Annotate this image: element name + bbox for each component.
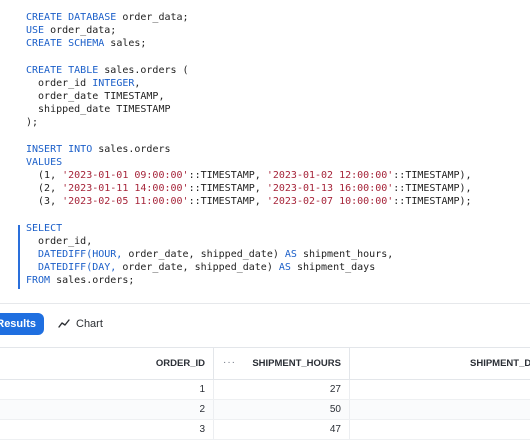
- column-divider: [349, 380, 350, 399]
- column-header-order-id[interactable]: ORDER_ID: [156, 348, 205, 379]
- code-line: order_date TIMESTAMP,: [26, 91, 165, 102]
- code-line: USE order_data;: [26, 25, 117, 36]
- code-line: order_id INTEGER,: [26, 78, 141, 89]
- code-line: (2, '2023-01-11 14:00:00'::TIMESTAMP, '2…: [26, 183, 472, 194]
- column-divider: [349, 420, 350, 439]
- code-line: INSERT INTO sales.orders: [26, 144, 171, 155]
- column-header-shipment-hours[interactable]: SHIPMENT_HOURS: [252, 348, 341, 379]
- code-line: SELECT: [26, 223, 63, 234]
- code-line: (1, '2023-01-01 09:00:00'::TIMESTAMP, '2…: [26, 170, 472, 181]
- table-row[interactable]: 3 47: [0, 420, 530, 440]
- code-line: DATEDIFF(HOUR, order_date, shipped_date)…: [26, 249, 394, 260]
- chart-tab-label: Chart: [76, 318, 103, 330]
- cell-shipment-hours: 27: [329, 384, 341, 395]
- code-line: FROM sales.orders;: [26, 275, 135, 286]
- cell-order-id: 2: [199, 404, 205, 415]
- code-line: CREATE SCHEMA sales;: [26, 38, 147, 49]
- column-divider: [349, 400, 350, 419]
- cell-order-id: 1: [199, 384, 205, 395]
- code-line: order_id,: [26, 236, 93, 247]
- results-tab-label: Results: [0, 318, 36, 330]
- code-line: DATEDIFF(DAY, order_date, shipped_date) …: [26, 262, 376, 273]
- selected-statement-marker: [18, 225, 20, 289]
- column-menu-icon[interactable]: ···: [223, 348, 236, 379]
- column-divider: [213, 400, 214, 419]
- code-line: CREATE TABLE sales.orders (: [26, 65, 189, 76]
- column-header-shipment-days[interactable]: SHIPMENT_D: [470, 348, 530, 379]
- cell-shipment-hours: 47: [329, 424, 341, 435]
- grid-header-row: ORDER_ID ··· SHIPMENT_HOURS SHIPMENT_D: [0, 347, 530, 380]
- chart-tab-button[interactable]: Chart: [58, 313, 103, 335]
- cell-shipment-hours: 50: [329, 404, 341, 415]
- line-chart-icon: [58, 319, 70, 329]
- column-divider: [349, 348, 350, 379]
- code-line: CREATE DATABASE order_data;: [26, 12, 189, 23]
- results-grid: ORDER_ID ··· SHIPMENT_HOURS SHIPMENT_D 1…: [0, 343, 530, 443]
- results-tab-button[interactable]: Results: [0, 313, 44, 335]
- table-row[interactable]: 1 27: [0, 380, 530, 400]
- code-line: (3, '2023-02-05 11:00:00'::TIMESTAMP, '2…: [26, 196, 472, 207]
- column-divider: [213, 420, 214, 439]
- results-toolbar: Results Chart: [0, 303, 530, 344]
- code-line: VALUES: [26, 157, 63, 168]
- cell-order-id: 3: [199, 424, 205, 435]
- sql-editor[interactable]: CREATE DATABASE order_data; USE order_da…: [0, 0, 530, 303]
- table-row[interactable]: 2 50: [0, 400, 530, 420]
- code-line: shipped_date TIMESTAMP: [26, 104, 171, 115]
- column-divider: [213, 380, 214, 399]
- code-line: );: [26, 117, 39, 128]
- column-divider: [213, 348, 214, 379]
